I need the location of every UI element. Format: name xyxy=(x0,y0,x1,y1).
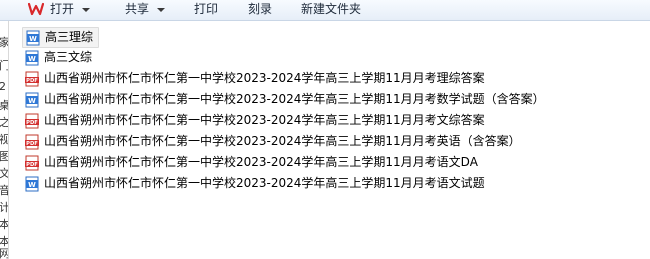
nav-item-fragment[interactable]: 门 xyxy=(0,57,8,73)
nav-item-fragment[interactable]: 之 xyxy=(0,114,8,130)
pdf-icon: PDF xyxy=(25,113,39,129)
svg-text:W: W xyxy=(28,55,36,63)
navigation-pane[interactable]: 家 门 2 桌 之 视 图 文 音 计 本 本 网 xyxy=(0,21,9,259)
word-doc-icon: W xyxy=(25,176,39,192)
chevron-down-icon[interactable] xyxy=(82,8,91,12)
nav-item-fragment[interactable]: 音 xyxy=(0,182,8,198)
word-doc-icon: W xyxy=(26,30,40,46)
share-label: 共享 xyxy=(125,2,150,16)
nav-item-fragment[interactable]: 网 xyxy=(0,245,8,259)
pdf-icon: PDF xyxy=(25,134,39,150)
chevron-down-icon[interactable] xyxy=(157,8,166,12)
file-name: 山西省朔州市怀仁市怀仁第一中学校2023-2024学年高三上学期11月月考数学试… xyxy=(44,92,545,106)
svg-text:PDF: PDF xyxy=(26,120,38,126)
file-item-lizong-answers-pdf[interactable]: PDF 山西省朔州市怀仁市怀仁第一中学校2023-2024学年高三上学期11月月… xyxy=(22,69,642,90)
file-item-gaosan-wenzong[interactable]: W 高三文综 xyxy=(22,48,642,69)
word-doc-icon: W xyxy=(25,50,39,66)
file-name: 高三理综 xyxy=(45,30,94,44)
file-item-chinese-test-doc[interactable]: W 山西省朔州市怀仁市怀仁第一中学校2023-2024学年高三上学期11月月考语… xyxy=(22,174,642,195)
new-folder-label: 新建文件夹 xyxy=(301,2,362,16)
nav-item-fragment[interactable]: 家 xyxy=(0,34,8,50)
svg-text:W: W xyxy=(28,97,36,105)
file-item-chinese-answers-pdf[interactable]: PDF 山西省朔州市怀仁市怀仁第一中学校2023-2024学年高三上学期11月月… xyxy=(22,153,642,174)
file-name: 山西省朔州市怀仁市怀仁第一中学校2023-2024学年高三上学期11月月考语文试… xyxy=(44,176,485,190)
file-name: 高三文综 xyxy=(44,50,93,64)
file-item-wenzong-answers-pdf[interactable]: PDF 山西省朔州市怀仁市怀仁第一中学校2023-2024学年高三上学期11月月… xyxy=(22,111,642,132)
burn-button[interactable]: 刻录 xyxy=(248,0,272,20)
nav-item-fragment[interactable]: 2 xyxy=(0,80,6,93)
new-folder-button[interactable]: 新建文件夹 xyxy=(301,0,361,20)
svg-text:W: W xyxy=(29,35,37,43)
print-label: 打印 xyxy=(194,2,219,16)
file-item-math-doc[interactable]: W 山西省朔州市怀仁市怀仁第一中学校2023-2024学年高三上学期11月月考数… xyxy=(22,90,642,111)
command-bar: 打开 共享 打印 刻录 新建文件夹 xyxy=(0,0,650,21)
file-list: W 高三理综 W 高三文综 PDF 山西省朔州市怀仁市怀仁第一中学校2023-2… xyxy=(22,27,642,195)
svg-text:W: W xyxy=(28,181,36,189)
file-item-english-pdf[interactable]: PDF 山西省朔州市怀仁市怀仁第一中学校2023-2024学年高三上学期11月月… xyxy=(22,132,642,153)
print-button[interactable]: 打印 xyxy=(194,0,218,20)
open-button[interactable]: 打开 xyxy=(28,0,91,20)
nav-item-fragment[interactable]: 图 xyxy=(0,148,8,164)
pdf-icon: PDF xyxy=(25,71,39,87)
wps-app-icon xyxy=(28,2,44,16)
file-item-gaosan-lizong[interactable]: W 高三理综 xyxy=(22,27,99,48)
nav-item-fragment[interactable]: 计 xyxy=(0,199,8,215)
pdf-icon: PDF xyxy=(25,155,39,171)
file-name: 山西省朔州市怀仁市怀仁第一中学校2023-2024学年高三上学期11月月考文综答… xyxy=(44,113,485,127)
nav-item-fragment[interactable]: 视 xyxy=(0,131,8,147)
open-label: 打开 xyxy=(50,2,75,16)
burn-label: 刻录 xyxy=(248,2,273,16)
svg-text:PDF: PDF xyxy=(26,162,38,168)
nav-item-fragment[interactable]: 桌 xyxy=(0,97,8,113)
nav-item-fragment[interactable]: 文 xyxy=(0,165,8,181)
nav-item-fragment[interactable]: 本 xyxy=(0,216,8,232)
file-name: 山西省朔州市怀仁市怀仁第一中学校2023-2024学年高三上学期11月月考理综答… xyxy=(44,71,485,85)
svg-text:PDF: PDF xyxy=(26,141,38,147)
file-name: 山西省朔州市怀仁市怀仁第一中学校2023-2024学年高三上学期11月月考英语（… xyxy=(44,134,521,148)
share-button[interactable]: 共享 xyxy=(125,0,166,20)
file-name: 山西省朔州市怀仁市怀仁第一中学校2023-2024学年高三上学期11月月考语文D… xyxy=(44,155,478,169)
word-doc-icon: W xyxy=(25,92,39,108)
svg-text:PDF: PDF xyxy=(26,78,38,84)
